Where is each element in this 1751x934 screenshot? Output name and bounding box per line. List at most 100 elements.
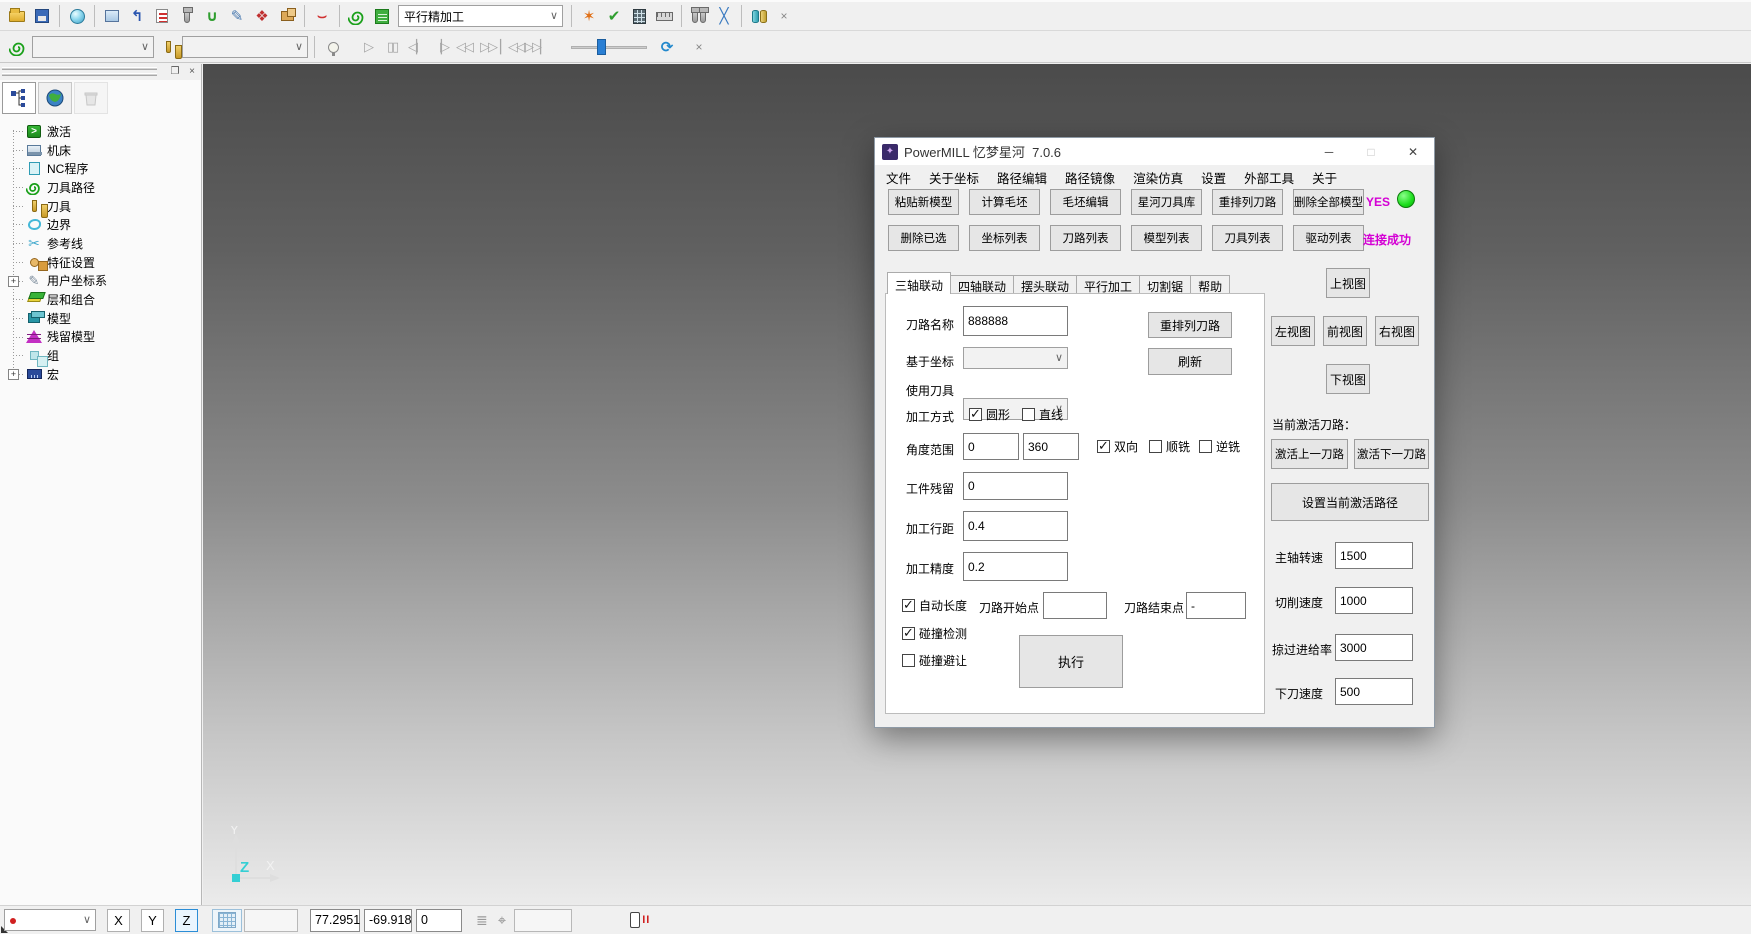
tab-parallel[interactable]: 平行加工 bbox=[1076, 275, 1140, 294]
climb-checkbox[interactable]: 顺铣 bbox=[1149, 438, 1190, 455]
tab-saw[interactable]: 切割锯 bbox=[1139, 275, 1191, 294]
clock-icon[interactable]: ⟳ bbox=[655, 35, 679, 59]
tab-head[interactable]: 摆头联动 bbox=[1013, 275, 1077, 294]
calculator-icon[interactable] bbox=[627, 4, 651, 28]
activate-prev-button[interactable]: 激活上一刀路 bbox=[1271, 439, 1348, 469]
toolpath-select-dropdown[interactable]: ∨ bbox=[32, 36, 154, 58]
checkbox-icon[interactable] bbox=[902, 654, 915, 667]
tree-item-feature-sets[interactable]: 特征设置 bbox=[4, 253, 201, 272]
explorer-trash-tab[interactable] bbox=[74, 82, 108, 114]
tree-item-nc-programs[interactable]: NC程序 bbox=[4, 159, 201, 178]
coord-base-dropdown[interactable]: ∨ bbox=[963, 347, 1068, 369]
refresh-button[interactable]: 刷新 bbox=[1148, 348, 1232, 375]
view-bottom-button[interactable]: 下视图 bbox=[1326, 364, 1370, 394]
step-back-button[interactable]: ◁▏ bbox=[405, 36, 427, 58]
mirror-icon[interactable]: ╳ bbox=[712, 4, 736, 28]
angle-from-input[interactable] bbox=[963, 433, 1019, 460]
explorer-globe-tab[interactable] bbox=[38, 82, 72, 114]
checkbox-icon[interactable] bbox=[1199, 440, 1212, 453]
checkbox-icon[interactable] bbox=[902, 599, 915, 612]
tree-item-groups[interactable]: 组 bbox=[4, 346, 201, 365]
auto-length-checkbox[interactable]: 自动长度 bbox=[902, 597, 967, 614]
drive-list-button[interactable]: 驱动列表 bbox=[1293, 225, 1364, 251]
explorer-tree-tab[interactable] bbox=[2, 82, 36, 114]
collision-check-checkbox[interactable]: 碰撞检测 bbox=[902, 625, 967, 642]
go-start-button[interactable]: ▏◁◁ bbox=[501, 36, 523, 58]
tree-item-toolpaths[interactable]: 刀具路径 bbox=[4, 178, 201, 197]
skim-feed-input[interactable] bbox=[1335, 634, 1413, 661]
plunge-feed-input[interactable] bbox=[1335, 678, 1413, 705]
tree-item-levels[interactable]: 层和组合 bbox=[4, 290, 201, 309]
save-project-icon[interactable] bbox=[30, 4, 54, 28]
tab-3axis[interactable]: 三轴联动 bbox=[887, 272, 951, 294]
grid-button[interactable] bbox=[212, 909, 242, 932]
tree-item-models[interactable]: 模型 bbox=[4, 309, 201, 328]
strategy-dropdown[interactable]: 平行精加工 ∨ bbox=[398, 5, 563, 27]
tree-item-patterns[interactable]: ✂ 参考线 bbox=[4, 234, 201, 253]
tree-item-tools[interactable]: 刀具 bbox=[4, 197, 201, 216]
collision-avoid-checkbox[interactable]: 碰撞避让 bbox=[902, 652, 967, 669]
tool-select-dropdown[interactable]: ∨ bbox=[182, 36, 308, 58]
menu-file[interactable]: 文件 bbox=[877, 165, 920, 190]
strategy-list-icon[interactable] bbox=[370, 4, 394, 28]
axis-x-button[interactable]: X bbox=[107, 909, 130, 932]
menu-about[interactable]: 关于 bbox=[1303, 165, 1346, 190]
maximize-button[interactable]: □ bbox=[1350, 138, 1392, 165]
go-end-button[interactable]: ▷▷▏ bbox=[525, 36, 547, 58]
toolpath-list-button[interactable]: 刀路列表 bbox=[1050, 225, 1121, 251]
checkbox-icon[interactable] bbox=[1022, 408, 1035, 421]
menu-render-sim[interactable]: 渲染仿真 bbox=[1124, 165, 1192, 190]
block-icon[interactable] bbox=[100, 4, 124, 28]
tree-item-activate[interactable]: > 激活 bbox=[4, 122, 201, 141]
checkbox-icon[interactable] bbox=[1097, 440, 1110, 453]
collision-check-icon[interactable]: ⌣ bbox=[310, 4, 334, 28]
tool-ball-icon[interactable] bbox=[175, 4, 199, 28]
menu-external-tools[interactable]: 外部工具 bbox=[1235, 165, 1303, 190]
tolerance-input[interactable] bbox=[963, 552, 1068, 581]
nc-cylinders-icon[interactable] bbox=[747, 4, 771, 28]
view-left-button[interactable]: 左视图 bbox=[1271, 316, 1315, 346]
slider-thumb[interactable] bbox=[597, 39, 606, 55]
axis-y-button[interactable]: Y bbox=[141, 909, 164, 932]
tool-list-button[interactable]: 刀具列表 bbox=[1212, 225, 1283, 251]
conventional-checkbox[interactable]: 逆铣 bbox=[1199, 438, 1240, 455]
close-toolbar-icon[interactable]: × bbox=[687, 35, 711, 59]
axis-z-button[interactable]: Z bbox=[175, 909, 198, 932]
view-right-button[interactable]: 右视图 bbox=[1375, 316, 1419, 346]
step-forward-button[interactable]: ▕▷ bbox=[429, 36, 451, 58]
model-list-button[interactable]: 模型列表 bbox=[1131, 225, 1202, 251]
nc-program-icon[interactable] bbox=[150, 4, 174, 28]
panel-grip[interactable] bbox=[2, 73, 157, 76]
paste-new-model-button[interactable]: 粘贴新模型 bbox=[888, 189, 959, 215]
expand-icon[interactable]: + bbox=[8, 369, 19, 380]
speed-slider[interactable] bbox=[571, 37, 647, 57]
execute-button[interactable]: 执行 bbox=[1019, 635, 1123, 688]
tool-library-button[interactable]: 星河刀具库 bbox=[1131, 189, 1202, 215]
bidirectional-checkbox[interactable]: 双向 bbox=[1097, 438, 1138, 455]
menu-path-mirror[interactable]: 路径镜像 bbox=[1056, 165, 1124, 190]
pause-device-icon[interactable]: II bbox=[630, 912, 650, 928]
coord-y-field[interactable]: -69.918 bbox=[364, 909, 412, 932]
angle-to-input[interactable] bbox=[1023, 433, 1079, 460]
minimize-button[interactable]: ─ bbox=[1308, 138, 1350, 165]
cutting-feed-input[interactable] bbox=[1335, 587, 1413, 614]
activate-next-button[interactable]: 激活下一刀路 bbox=[1354, 439, 1429, 469]
lightbulb-icon[interactable] bbox=[321, 35, 345, 59]
block-edit-button[interactable]: 毛坯编辑 bbox=[1050, 189, 1121, 215]
open-project-icon[interactable] bbox=[5, 4, 29, 28]
menu-coords[interactable]: 关于坐标 bbox=[920, 165, 988, 190]
status-combo[interactable]: ∨ bbox=[4, 909, 96, 931]
coord-x-field[interactable]: 77.2951 bbox=[310, 909, 360, 932]
end-point-input[interactable] bbox=[1186, 592, 1246, 619]
feature-icon[interactable] bbox=[275, 4, 299, 28]
ruler-icon[interactable] bbox=[652, 4, 676, 28]
panel-header[interactable]: ❐ × bbox=[0, 64, 201, 80]
play-button[interactable]: ▷ bbox=[357, 36, 379, 58]
set-active-path-button[interactable]: 设置当前激活路径 bbox=[1271, 483, 1429, 521]
menu-settings[interactable]: 设置 bbox=[1192, 165, 1235, 190]
start-point-input[interactable] bbox=[1043, 592, 1107, 619]
tree-item-boundaries[interactable]: 边界 bbox=[4, 215, 201, 234]
coord-z-field[interactable]: 0 bbox=[416, 909, 462, 932]
tool-check-icon[interactable]: ✔ bbox=[602, 4, 626, 28]
toolbox-icon[interactable]: ✶ bbox=[577, 4, 601, 28]
